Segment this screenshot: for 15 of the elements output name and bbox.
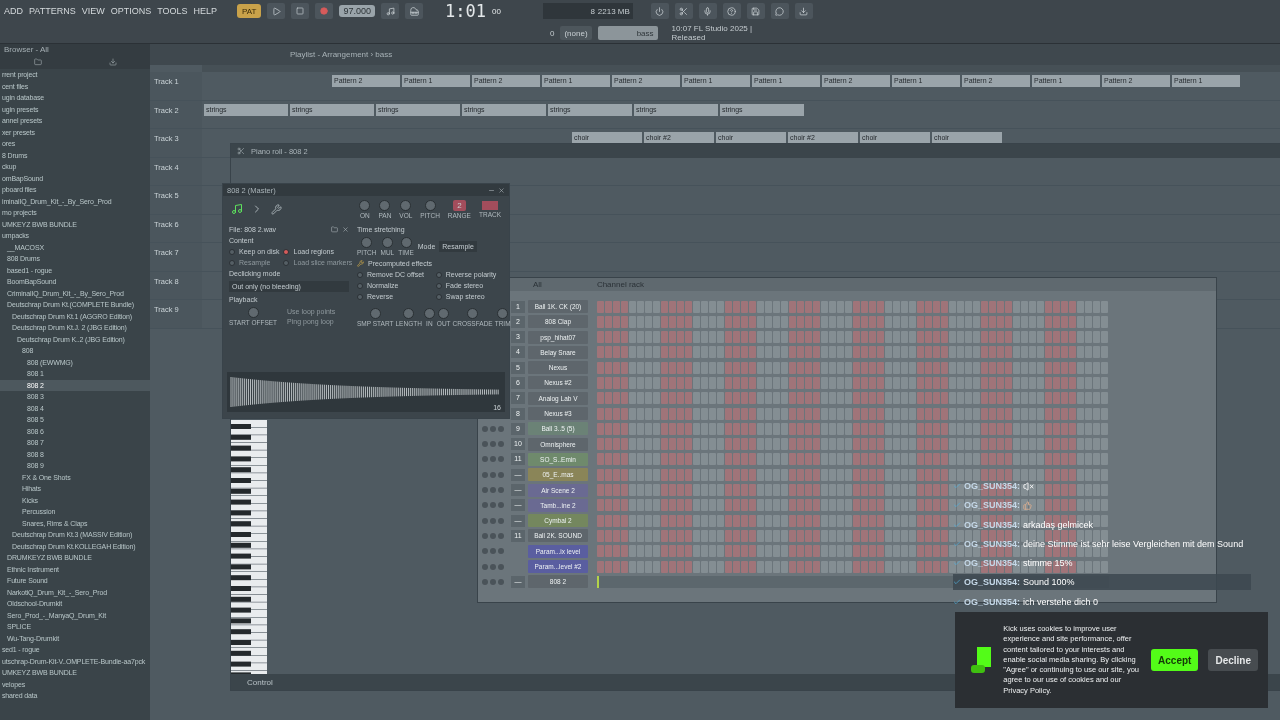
- hint-title: 10:07 FL Studio 2025 |: [671, 24, 753, 33]
- memory-reading: 2213 MB: [597, 6, 630, 16]
- playlist-title: Playlist - Arrangement › bass: [290, 50, 393, 59]
- song-time: 1:01: [445, 1, 486, 21]
- chat-message: stimme 15%: [1023, 558, 1073, 569]
- control-label: Control: [247, 677, 273, 687]
- chat-message: ich verstehe dich 0: [1023, 596, 1099, 607]
- chat-message: deine Stimme ist sehr leise Vergleichen mit dem Sound: [1023, 538, 1244, 549]
- polyphony-reading: 0: [550, 28, 555, 38]
- hint-text: Released: [671, 33, 707, 42]
- chat-message: arkadaş gelmicek: [1023, 519, 1094, 530]
- browser-title: Browser - All: [0, 44, 150, 55]
- chat-message: Sound 100%: [1023, 577, 1075, 588]
- cpu-reading: 8: [590, 6, 595, 16]
- song-time-ticks: 00: [491, 6, 501, 16]
